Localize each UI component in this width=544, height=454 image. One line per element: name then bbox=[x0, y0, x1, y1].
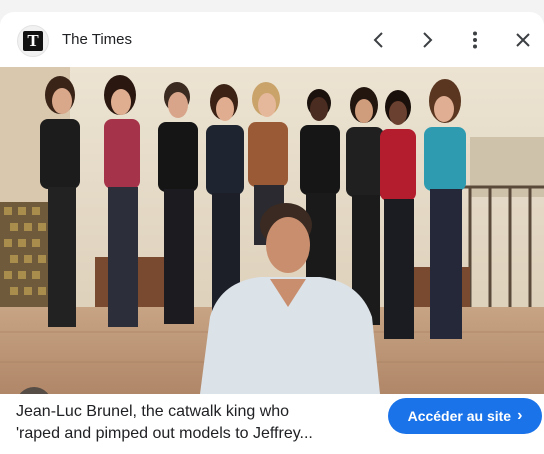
more-vert-icon bbox=[473, 31, 477, 49]
group-photo bbox=[0, 67, 544, 394]
preview-image[interactable] bbox=[0, 67, 544, 394]
close-button[interactable] bbox=[509, 26, 537, 54]
next-button[interactable] bbox=[413, 26, 441, 54]
visit-site-label: Accéder au site bbox=[407, 408, 512, 424]
caption-line-1: Jean-Luc Brunel, the catwalk king who bbox=[16, 403, 290, 420]
times-logo-icon: T bbox=[23, 31, 43, 51]
chevron-left-icon bbox=[373, 32, 383, 48]
chevron-right-icon bbox=[423, 32, 433, 48]
source-logo[interactable]: T bbox=[17, 25, 49, 57]
image-preview-panel: T The Times Jean-Luc Brunel, the catwalk… bbox=[0, 12, 544, 454]
preview-header: T The Times bbox=[0, 12, 544, 67]
chevron-right-small-icon: › bbox=[517, 407, 523, 424]
previous-button[interactable] bbox=[365, 26, 393, 54]
visit-site-button[interactable]: Accéder au site › bbox=[388, 398, 542, 434]
image-caption-link[interactable]: Jean-Luc Brunel, the catwalk king who 'r… bbox=[16, 401, 376, 445]
source-name[interactable]: The Times bbox=[62, 31, 132, 48]
close-icon bbox=[516, 33, 530, 47]
more-options-button[interactable] bbox=[461, 26, 489, 54]
caption-line-2: 'raped and pimped out models to Jeffrey.… bbox=[16, 425, 313, 442]
